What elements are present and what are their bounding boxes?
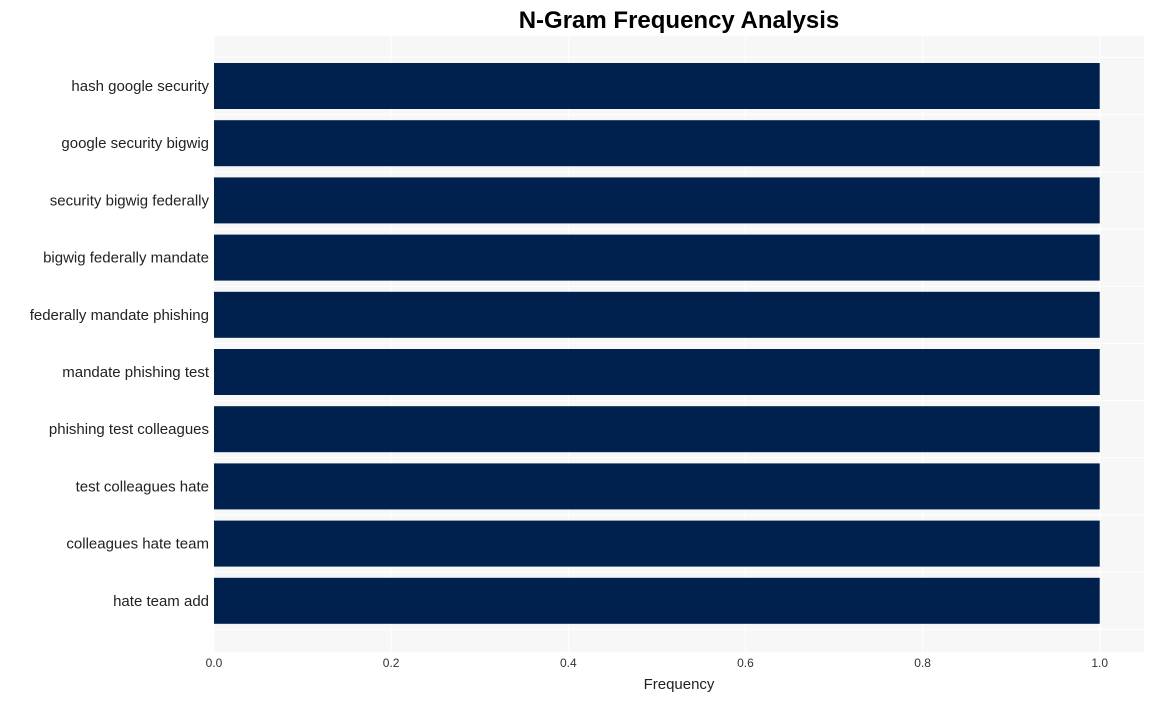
bar-5 bbox=[214, 349, 1100, 395]
x-tick-label: 1.0 bbox=[1091, 656, 1108, 670]
y-tick-label: mandate phishing test bbox=[62, 364, 210, 381]
y-tick-label: test colleagues hate bbox=[76, 478, 209, 495]
x-tick-label: 0.8 bbox=[914, 656, 931, 670]
bar-9 bbox=[214, 577, 1100, 624]
bar-1 bbox=[214, 120, 1100, 167]
y-tick-label: hate team add bbox=[113, 593, 209, 610]
y-tick-label: colleagues hate team bbox=[66, 536, 209, 553]
y-tick-label: security bigwig federally bbox=[50, 192, 210, 209]
bar-8 bbox=[214, 520, 1100, 567]
x-tick-labels: 0.0 0.2 0.4 0.6 0.8 1.0 bbox=[206, 656, 1109, 670]
y-tick-label: bigwig federally mandate bbox=[43, 250, 209, 267]
x-axis-label: Frequency bbox=[644, 676, 715, 693]
chart-title: N-Gram Frequency Analysis bbox=[519, 7, 840, 34]
bar-7 bbox=[214, 463, 1100, 510]
x-tick-label: 0.0 bbox=[206, 656, 223, 670]
bar-3 bbox=[214, 234, 1100, 281]
y-tick-label: phishing test colleagues bbox=[49, 421, 209, 438]
y-tick-label: google security bigwig bbox=[61, 135, 209, 152]
x-tick-label: 0.4 bbox=[560, 656, 577, 670]
x-tick-label: 0.2 bbox=[383, 656, 400, 670]
x-tick-label: 0.6 bbox=[737, 656, 754, 670]
bar-6 bbox=[214, 406, 1100, 453]
bar-2 bbox=[214, 177, 1100, 224]
bar-0 bbox=[214, 63, 1100, 109]
y-tick-label: federally mandate phishing bbox=[30, 307, 209, 324]
bar-4 bbox=[214, 291, 1100, 338]
y-tick-labels: hash google security google security bigw… bbox=[30, 78, 210, 610]
chart: hash google security google security bigw… bbox=[30, 7, 1144, 693]
y-tick-label: hash google security bbox=[71, 78, 209, 95]
